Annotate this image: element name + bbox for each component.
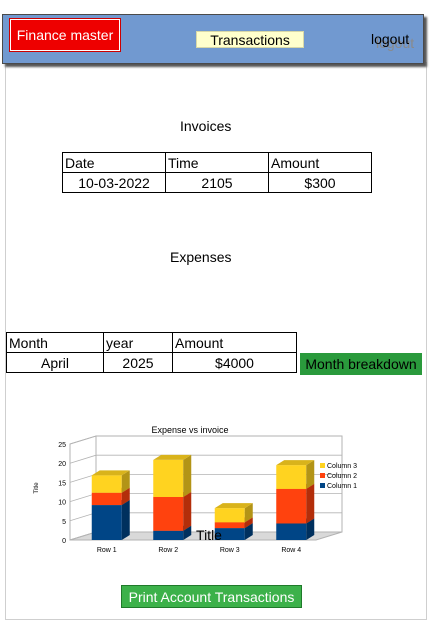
expense-month-cell: April — [6, 352, 104, 373]
chart-bar-front — [91, 505, 122, 540]
chart-bar-front — [276, 488, 307, 524]
chart-legend-swatch — [320, 463, 325, 468]
chart-legend-label: Column 2 — [327, 473, 357, 480]
chart-legend-swatch — [320, 473, 325, 478]
expense-amount-cell: $4000 — [172, 352, 297, 373]
chart-bar-side — [183, 491, 192, 531]
chart-bar-front — [91, 475, 122, 493]
chart-bar-front — [91, 492, 122, 506]
chart-bar-front — [276, 465, 307, 489]
expense-year-cell: 2025 — [103, 352, 173, 373]
chart-bar-side — [183, 454, 192, 497]
brand-logo[interactable]: Finance master — [9, 18, 121, 52]
chart-bar — [214, 503, 253, 523]
chart-y-tick-label: 25 — [58, 442, 66, 449]
chart-bar-front — [214, 508, 245, 523]
chart-subtitle: Title — [196, 527, 222, 543]
chart-x-tick-label: Row 2 — [158, 547, 178, 554]
print-transactions-button[interactable]: Print Account Transactions — [121, 585, 302, 608]
chart-bar-side — [306, 483, 315, 524]
chart-bar — [91, 470, 130, 493]
chart-bar-front — [153, 496, 184, 531]
chart-y-tick-label: 0 — [62, 538, 66, 545]
chart-bar — [153, 454, 192, 497]
chart-legend-swatch — [320, 483, 325, 488]
table-header-row: Month year Amount — [6, 332, 297, 353]
invoice-amount-cell: $300 — [268, 172, 372, 193]
table-row: 10-03-2022 2105 $300 — [62, 172, 372, 193]
column-header-amount: Amount — [268, 152, 372, 173]
expense-invoice-chart: Expense vs invoice Title 0 5 10 15 20 25 Row 1… — [34, 425, 357, 554]
chart-bar-side — [121, 500, 130, 540]
month-breakdown-button[interactable]: Month breakdown — [300, 353, 422, 375]
column-header-month: Month — [6, 332, 104, 353]
top-navbar: Finance master Transactions logout logou… — [2, 14, 424, 64]
chart-legend-label: Column 1 — [327, 483, 357, 490]
table-header-row: Date Time Amount — [62, 152, 372, 173]
chart-bar-side — [306, 460, 315, 489]
column-header-amount: Amount — [172, 332, 297, 353]
chart-y-tick-label: 10 — [58, 500, 66, 507]
chart-legend-label: Column 3 — [327, 463, 357, 470]
chart-bar — [153, 491, 192, 531]
chart-x-tick-label: Row 3 — [220, 547, 240, 554]
expenses-title: Expenses — [170, 249, 232, 265]
invoice-time-cell: 2105 — [165, 172, 269, 193]
invoices-title: Invoices — [180, 118, 232, 134]
chart-x-tick-label: Row 4 — [281, 547, 301, 554]
column-header-year: year — [103, 332, 173, 353]
chart-bar-front — [153, 530, 184, 540]
invoices-table: Date Time Amount 10-03-2022 2105 $300 — [62, 152, 372, 193]
column-header-date: Date — [62, 152, 166, 173]
chart-bar-front — [276, 523, 307, 540]
invoice-date-cell: 10-03-2022 — [62, 172, 166, 193]
chart-bar — [91, 500, 130, 540]
chart-bar — [276, 460, 315, 489]
chart-y-tick-label: 20 — [58, 461, 66, 468]
logout-link[interactable]: logout — [371, 31, 409, 47]
chart-y-axis-label: Title — [34, 482, 40, 494]
transactions-tab[interactable]: Transactions — [196, 31, 304, 48]
table-row: April 2025 $4000 — [6, 352, 297, 373]
chart-y-tick-label: 15 — [58, 480, 66, 487]
expenses-table: Month year Amount April 2025 $4000 — [6, 332, 297, 373]
chart-bar-front — [153, 459, 184, 497]
chart-title: Expense vs invoice — [151, 425, 228, 435]
chart-y-tick-label: 5 — [62, 519, 66, 526]
column-header-time: Time — [165, 152, 269, 173]
chart-bar — [276, 483, 315, 524]
chart-x-tick-label: Row 1 — [97, 547, 117, 554]
